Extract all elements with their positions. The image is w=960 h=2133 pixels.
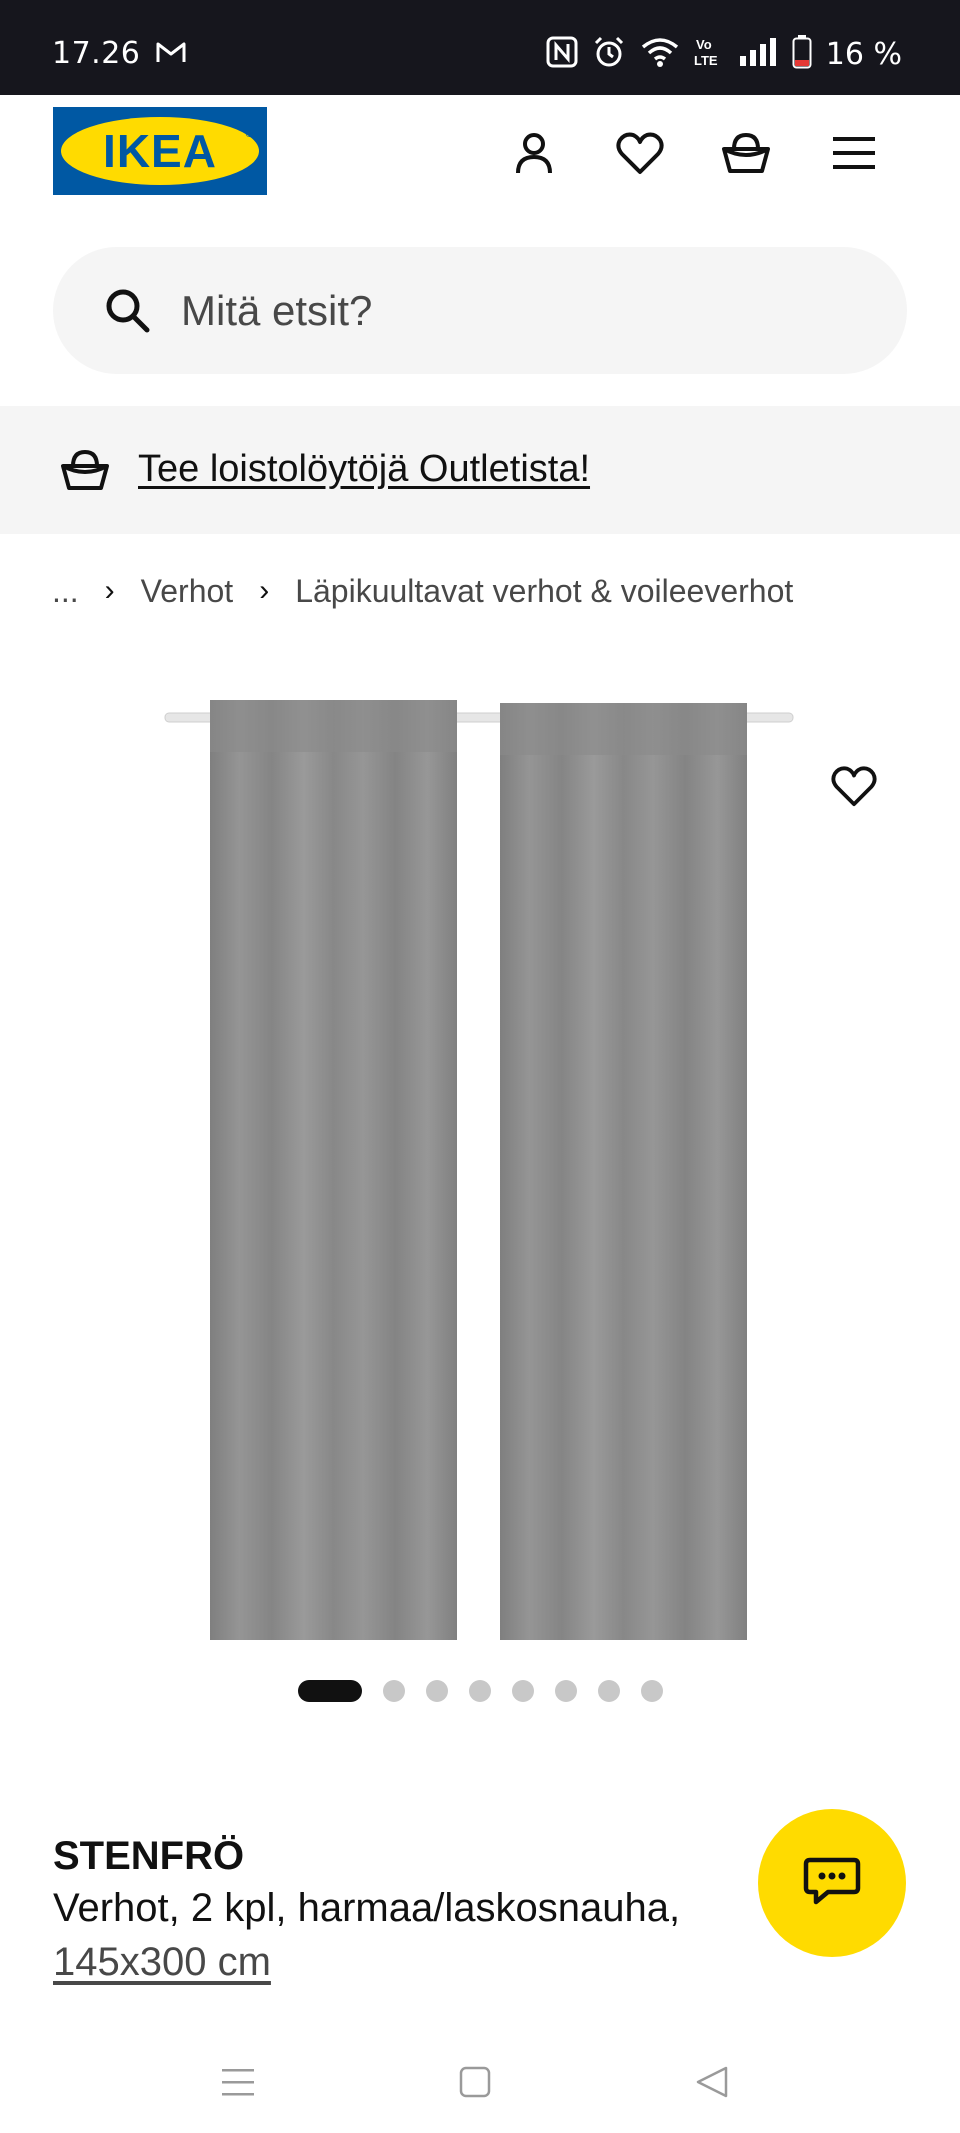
signal-icon bbox=[738, 36, 778, 73]
svg-text:LTE: LTE bbox=[694, 53, 718, 68]
gmail-icon bbox=[155, 40, 187, 69]
menu-icon[interactable] bbox=[826, 125, 882, 181]
breadcrumb-item-lapikuultavat[interactable]: Läpikuultavat verhot & voileeverhot bbox=[295, 573, 793, 610]
battery-percent: 16 % bbox=[825, 36, 902, 72]
chevron-right-icon: › bbox=[104, 574, 115, 607]
outlet-link[interactable]: Tee loistolöytöjä Outletista! bbox=[138, 448, 590, 491]
ikea-logo[interactable]: IKEA ® bbox=[53, 107, 267, 195]
home-icon[interactable] bbox=[451, 2058, 499, 2106]
shopping-basket-icon bbox=[56, 446, 114, 499]
recent-apps-icon[interactable] bbox=[214, 2058, 262, 2106]
header: IKEA ® bbox=[0, 95, 960, 235]
search-icon bbox=[103, 286, 153, 341]
status-time: 17.26 bbox=[52, 36, 141, 71]
nfc-icon bbox=[546, 36, 578, 73]
back-icon[interactable] bbox=[688, 2058, 736, 2106]
chat-button[interactable] bbox=[758, 1809, 906, 1957]
status-icons: Vo LTE 16 % bbox=[546, 34, 902, 74]
breadcrumb-ellipsis[interactable]: ... bbox=[52, 573, 79, 610]
logo-text: IKEA bbox=[103, 125, 217, 177]
chat-icon bbox=[802, 1854, 862, 1913]
gallery-dot-2[interactable] bbox=[383, 1680, 405, 1702]
outlet-banner: Tee loistolöytöjä Outletista! bbox=[0, 406, 960, 534]
breadcrumb-item-verhot[interactable]: Verhot bbox=[141, 573, 234, 610]
wifi-icon bbox=[640, 36, 680, 73]
product-image[interactable] bbox=[0, 680, 960, 1640]
android-navigation-bar bbox=[0, 2028, 960, 2133]
logo-registered-mark: ® bbox=[245, 129, 253, 140]
svg-text:Vo: Vo bbox=[696, 37, 712, 52]
curtains-image bbox=[164, 700, 794, 1640]
gallery-dot-3[interactable] bbox=[426, 1680, 448, 1702]
gallery-dot-1[interactable] bbox=[298, 1680, 362, 1702]
battery-icon bbox=[792, 34, 812, 74]
gallery-dot-4[interactable] bbox=[469, 1680, 491, 1702]
gallery-dot-6[interactable] bbox=[555, 1680, 577, 1702]
gallery-dot-8[interactable] bbox=[641, 1680, 663, 1702]
account-icon[interactable] bbox=[506, 125, 562, 181]
breadcrumb: ... › Verhot › Läpikuultavat verhot & vo… bbox=[52, 570, 793, 612]
product-description: Verhot, 2 kpl, harmaa/laskosnauha, bbox=[53, 1886, 681, 1930]
product-size-link[interactable]: 145x300 cm bbox=[53, 1940, 271, 1985]
alarm-icon bbox=[592, 35, 626, 74]
shopping-basket-icon[interactable] bbox=[718, 125, 774, 181]
gallery-dot-5[interactable] bbox=[512, 1680, 534, 1702]
gallery-pagination bbox=[298, 1680, 663, 1702]
status-bar: 17.26 Vo LTE 16 % bbox=[0, 0, 960, 95]
search-placeholder: Mitä etsit? bbox=[181, 287, 373, 334]
search-input[interactable]: Mitä etsit? bbox=[53, 247, 907, 374]
volte-icon: Vo LTE bbox=[694, 35, 724, 74]
gallery-dot-7[interactable] bbox=[598, 1680, 620, 1702]
chevron-right-icon: › bbox=[259, 574, 270, 607]
product-name: STENFRÖ bbox=[53, 1834, 245, 1878]
add-to-favourites-heart-icon[interactable] bbox=[826, 758, 882, 814]
wishlist-heart-icon[interactable] bbox=[612, 125, 668, 181]
